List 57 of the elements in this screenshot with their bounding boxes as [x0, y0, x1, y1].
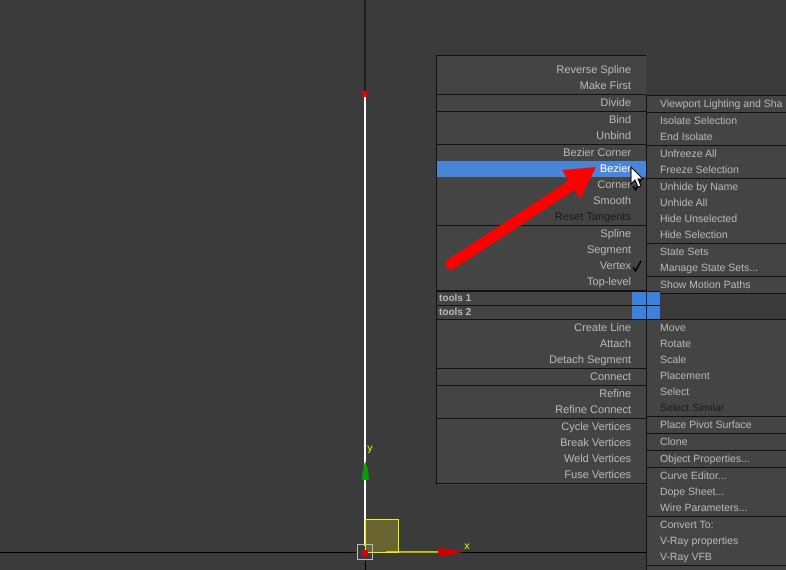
- menu-item[interactable]: Move: [647, 320, 786, 336]
- menu-item[interactable]: State Sets: [647, 244, 786, 260]
- menu-item[interactable]: End Isolate: [647, 129, 786, 145]
- menu-item[interactable]: Freeze Selection: [647, 162, 786, 178]
- menu-item[interactable]: Connect: [437, 369, 646, 385]
- axis-label: y: [367, 443, 373, 454]
- plane-handle[interactable]: [365, 519, 399, 553]
- menu-item[interactable]: Reverse Spline: [437, 62, 646, 78]
- menu-item[interactable]: Place Pivot Surface: [647, 417, 786, 433]
- menu-item[interactable]: Isolate Selection: [647, 113, 786, 129]
- menu-item[interactable]: Unhide by Name: [647, 179, 786, 195]
- menu-item[interactable]: Scale: [647, 352, 786, 368]
- menu-item[interactable]: Hide Selection: [647, 227, 786, 243]
- menu-item[interactable]: Vertex: [437, 258, 646, 274]
- menu-item[interactable]: Make First: [437, 78, 646, 94]
- menu-item[interactable]: Viewport Lighting and Sha: [647, 96, 786, 112]
- quadrant-indicator-icon[interactable]: [646, 306, 660, 319]
- menu-item[interactable]: Convert To:: [647, 517, 786, 533]
- menu-item[interactable]: Attach: [437, 336, 646, 352]
- menu-item[interactable]: Top-level: [437, 274, 646, 290]
- menu-item[interactable]: Detach Segment: [437, 352, 646, 368]
- menu-item[interactable]: Dope Sheet...: [647, 484, 786, 500]
- menu-item[interactable]: Weld Vertices: [437, 451, 646, 467]
- menu-item[interactable]: Hide Unselected: [647, 211, 786, 227]
- menu-item[interactable]: Placement: [647, 368, 786, 384]
- menu-item[interactable]: Bind: [437, 112, 646, 128]
- axis-label: x: [464, 541, 470, 552]
- menu-item[interactable]: Bezier Corner: [437, 145, 646, 161]
- menu-item[interactable]: Corner: [437, 177, 646, 193]
- menu-item[interactable]: Unbind: [437, 128, 646, 144]
- menu-item[interactable]: Segment: [437, 242, 646, 258]
- menu-item[interactable]: Show Motion Paths: [647, 277, 786, 293]
- menu-item[interactable]: Refine Connect: [437, 402, 646, 418]
- menu-item[interactable]: Manage State Sets...: [647, 260, 786, 276]
- menu-item[interactable]: Spline: [437, 226, 646, 242]
- menu-item[interactable]: Rotate: [647, 336, 786, 352]
- menu-item[interactable]: Clone: [647, 434, 786, 450]
- menu-item[interactable]: V-Ray properties: [647, 533, 786, 549]
- menu-item[interactable]: Curve Editor...: [647, 468, 786, 484]
- cursor-icon: [630, 166, 644, 188]
- menu-item[interactable]: Object Properties...: [647, 451, 786, 467]
- menu-item[interactable]: Fuse Vertices: [437, 467, 646, 483]
- menu-item[interactable]: Select: [647, 384, 786, 400]
- menu-item[interactable]: Wire Parameters...: [647, 500, 786, 516]
- menu-item[interactable]: Refine: [437, 386, 646, 402]
- menu-item[interactable]: Unhide All: [647, 195, 786, 211]
- quadrant-indicator-icon[interactable]: [646, 292, 660, 305]
- menu-item[interactable]: V-Ray VFB: [647, 549, 786, 565]
- menu-item[interactable]: Cycle Vertices: [437, 419, 646, 435]
- pivot-icon: [357, 544, 373, 560]
- y-axis-arrow-icon[interactable]: [362, 461, 369, 480]
- menu-item[interactable]: Break Vertices: [437, 435, 646, 451]
- menu-item[interactable]: Create Line: [437, 320, 646, 336]
- menu-item[interactable]: Smooth: [437, 193, 646, 209]
- menu-item[interactable]: Divide: [437, 95, 646, 111]
- menu-item[interactable]: Unfreeze All: [647, 146, 786, 162]
- x-axis-line: [386, 551, 438, 553]
